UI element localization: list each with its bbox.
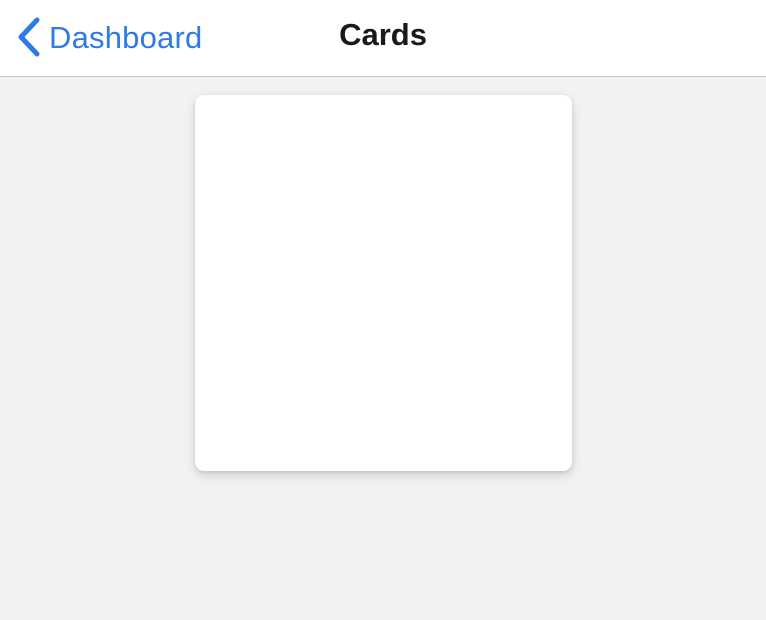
page-title: Cards: [339, 17, 427, 52]
content-area: [0, 78, 766, 620]
card[interactable]: [195, 95, 572, 471]
navigation-bar: Dashboard Cards: [0, 0, 766, 77]
